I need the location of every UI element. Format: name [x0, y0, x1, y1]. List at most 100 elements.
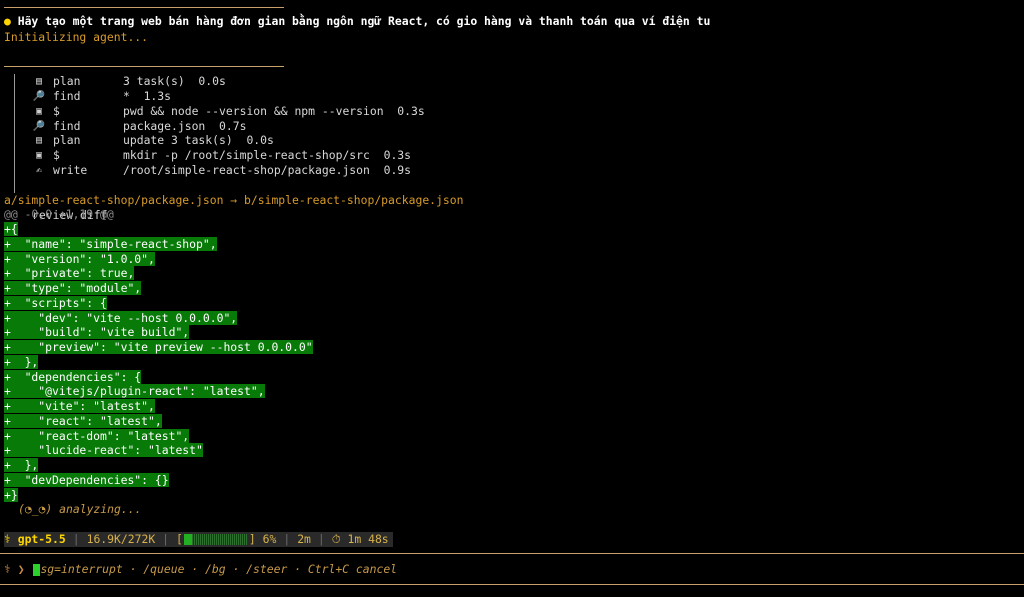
tool-detail: pwd && node --version && npm --version 0… [123, 103, 425, 118]
pen-icon: ✍ [35, 165, 43, 177]
model-name: gpt-5.5 [17, 532, 66, 546]
tree-connector [14, 74, 15, 89]
diff-line: +{ [4, 222, 18, 237]
tool-detail: /root/simple-react-shop/package.json 0.9… [123, 163, 412, 178]
diff-line-text: + "version": "1.0.0", [4, 251, 155, 266]
clipboard-icon: ▤ [35, 135, 43, 147]
tool-name: plan [53, 133, 81, 148]
tool-detail: 3 task(s) 0.0s [123, 74, 226, 88]
diff-line: + "version": "1.0.0", [4, 251, 155, 267]
tool-detail: mkdir -p /root/simple-react-shop/src 0.3… [123, 148, 412, 163]
status-message: Initializing agent... [4, 30, 149, 44]
tool-name: plan [53, 74, 81, 88]
diff-line-text: + "scripts": { [4, 295, 107, 310]
tree-connector [14, 118, 15, 134]
diff-line: + "name": "simple-react-shop", [4, 236, 217, 252]
timer: ⏱ 1m 48s [332, 532, 389, 547]
input-prompt-prefix: ⚕ ❯ [4, 562, 25, 576]
diff-line: +} [4, 487, 18, 503]
context-percent: 6% [262, 532, 277, 546]
magnifier-icon: 🔎 [32, 120, 46, 132]
diff-line-text: + "preview": "vite preview --host 0.0.0.… [4, 340, 313, 354]
diff-line-text: + "private": true, [4, 266, 135, 281]
status-separator: | [283, 532, 291, 546]
section-divider [4, 66, 284, 67]
diff-line: + "private": true, [4, 266, 135, 281]
diff-line-text: + "devDependencies": {} [4, 472, 169, 487]
model-badge: ⚕ gpt-5.5 [4, 532, 66, 547]
tool-name: find [53, 118, 81, 133]
diff-line: + "type": "module", [4, 281, 142, 296]
prompt-bullet: ● [4, 14, 11, 28]
diff-line: + "@vitejs/plugin-react": "latest", [4, 384, 265, 399]
tool-name: $ [53, 148, 60, 163]
input-field[interactable]: ⚕ ❯ sg=interrupt · /queue · /bg · /steer… [4, 562, 397, 577]
diff-line-text: + }, [4, 458, 39, 472]
status-separator: | [162, 532, 170, 546]
diff-file-header: a/simple-react-shop/package.json → b/sim… [4, 193, 464, 207]
top-divider [4, 7, 284, 8]
diff-line-text: + "type": "module", [4, 281, 142, 295]
input-hint: sg=interrupt · /queue · /bg · /steer · C… [40, 562, 398, 576]
diff-line-text: + "dev": "vite --host 0.0.0.0", [4, 310, 238, 325]
status-separator: | [317, 532, 325, 546]
tree-connector [14, 163, 15, 179]
tree-connector [14, 88, 15, 104]
diff-hunk-header: @@ -0,0 +1,19 @@ [4, 207, 114, 221]
diff-line: + "react": "latest", [4, 413, 162, 429]
diff-line: + "devDependencies": {} [4, 472, 169, 488]
diff-line: + }, [4, 458, 39, 473]
diff-line-text: + "lucide-react": "latest" [4, 443, 203, 458]
diff-line: + "vite": "latest", [4, 399, 155, 414]
magnifier-icon: 🔎 [32, 90, 46, 102]
diff-line-text: + }, [4, 354, 39, 369]
tool-name: write [53, 163, 88, 178]
diff-line-text: + "build": "vite build", [4, 325, 190, 340]
tree-connector [14, 178, 15, 193]
input-top-divider [0, 553, 1024, 554]
diff-line: + "scripts": { [4, 295, 107, 311]
status-bar: ⚕ gpt-5.5 | 16.9K/272K | [] 6% | 2m | ⏱ … [4, 532, 393, 547]
analyzing-indicator: (◔_◔) analyzing... [18, 502, 142, 516]
terminal-icon: ▣ [35, 105, 43, 117]
diff-line: + "lucide-react": "latest" [4, 443, 203, 458]
diff-line-text: + "react": "latest", [4, 413, 162, 428]
diff-line-text: +{ [4, 222, 18, 236]
progress-open-bracket: [ [176, 532, 183, 546]
elapsed-time: 1m 48s [347, 532, 389, 546]
context-progress: [] 6% [176, 532, 276, 547]
tree-connector [14, 133, 15, 149]
tree-connector [14, 148, 15, 164]
terminal-icon: ▣ [35, 150, 43, 162]
prompt-text: Hãy tạo một trang web bán hàng đơn gian … [17, 14, 711, 28]
elapsed-short: 2m [297, 532, 311, 546]
diff-line-text: +} [4, 487, 18, 502]
progress-close-bracket: ] [248, 532, 256, 546]
diff-line-text: + "dependencies": { [4, 369, 142, 384]
user-prompt: ● Hãy tạo một trang web bán hàng đơn gia… [4, 14, 710, 29]
diff-line-text: + "@vitejs/plugin-react": "latest", [4, 384, 265, 399]
tree-connector [14, 103, 15, 119]
diff-line: + "dev": "vite --host 0.0.0.0", [4, 310, 238, 326]
stopwatch-icon: ⏱ [331, 532, 341, 546]
tool-detail: update 3 task(s) 0.0s [123, 133, 274, 148]
tool-name: find [53, 88, 81, 103]
diff-line-text: + "name": "simple-react-shop", [4, 236, 217, 251]
tool-detail: package.json 0.7s [123, 118, 247, 133]
diff-line: + "preview": "vite preview --host 0.0.0.… [4, 340, 313, 355]
review-diff-label: review diff [4, 178, 107, 222]
diff-line-text: + "vite": "latest", [4, 399, 155, 413]
tool-detail: * 1.3s [123, 88, 172, 103]
diff-line: + "dependencies": { [4, 369, 142, 385]
token-usage: 16.9K/272K [86, 532, 156, 546]
tool-name: $ [53, 103, 60, 118]
input-bottom-divider [0, 584, 1024, 585]
status-separator: | [72, 532, 80, 546]
context-progress-fill [183, 534, 192, 545]
caduceus-icon: ⚕ [4, 532, 11, 546]
diff-line: + "react-dom": "latest", [4, 428, 190, 444]
diff-line-text: + "react-dom": "latest", [4, 428, 190, 443]
clipboard-icon: ▤ [35, 76, 43, 87]
diff-line: + "build": "vite build", [4, 325, 190, 340]
diff-line: + }, [4, 354, 39, 370]
